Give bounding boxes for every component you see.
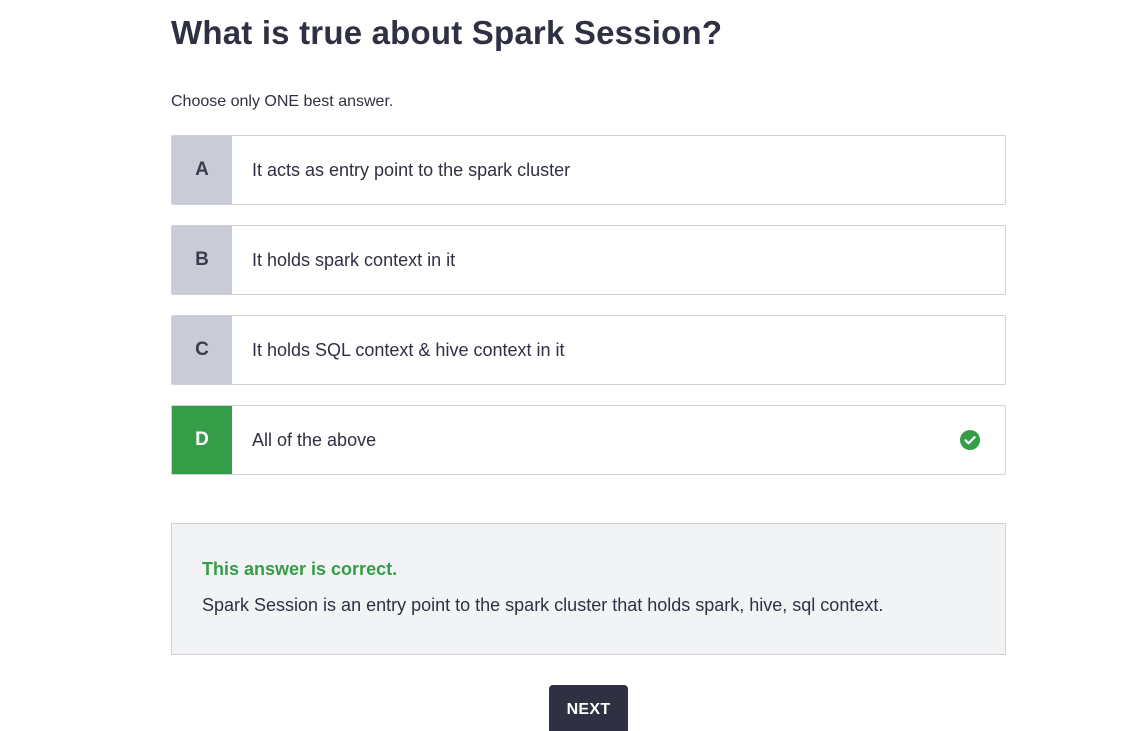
option-letter: D: [172, 406, 232, 474]
feedback-status: This answer is correct.: [202, 559, 398, 579]
option-letter: B: [172, 226, 232, 294]
answer-option-d[interactable]: D All of the above: [171, 405, 1006, 475]
option-text: It holds SQL context & hive context in i…: [252, 339, 565, 360]
option-text: It acts as entry point to the spark clus…: [252, 159, 571, 180]
answer-option-a[interactable]: A It acts as entry point to the spark cl…: [171, 135, 1006, 205]
answer-option-c[interactable]: C It holds SQL context & hive context in…: [171, 315, 1006, 385]
option-text: It holds spark context in it: [252, 249, 456, 270]
next-button[interactable]: NEXT: [549, 685, 628, 731]
question-title: What is true about Spark Session?: [171, 14, 723, 51]
answer-options: A It acts as entry point to the spark cl…: [171, 135, 1006, 495]
check-circle-icon: [935, 406, 1005, 474]
answer-feedback-panel: This answer is correct. Spark Session is…: [171, 523, 1006, 655]
feedback-explanation: Spark Session is an entry point to the s…: [202, 595, 884, 615]
option-letter: A: [172, 136, 232, 204]
option-letter: C: [172, 316, 232, 384]
quiz-page: What is true about Spark Session? Choose…: [0, 0, 1121, 731]
check-circle-icon-svg: [960, 430, 980, 450]
question-instruction: Choose only ONE best answer.: [171, 93, 394, 110]
option-text: All of the above: [252, 429, 377, 450]
answer-option-b[interactable]: B It holds spark context in it: [171, 225, 1006, 295]
